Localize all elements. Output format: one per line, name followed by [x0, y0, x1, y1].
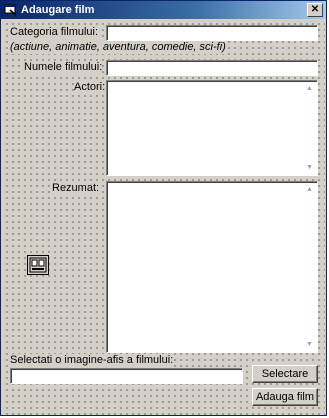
- form-client-area: Categoria filmului: (actiune, animatie, …: [2, 19, 325, 415]
- close-icon: ✕: [310, 4, 320, 15]
- poster-label: Selectati o imagine-afis a filmului:: [10, 354, 174, 367]
- category-hint: (actiune, animatie, aventura, comedie, s…: [10, 41, 226, 54]
- actors-scrollbar[interactable]: ▲ ▼: [303, 82, 316, 174]
- scroll-up-arrow-icon[interactable]: ▲: [303, 82, 316, 95]
- ole-container-icon[interactable]: [27, 255, 49, 275]
- close-button[interactable]: ✕: [307, 3, 323, 17]
- category-input[interactable]: [106, 25, 318, 41]
- category-label: Categoria filmului:: [10, 26, 99, 39]
- add-movie-window: Adaugare film ✕ Categoria filmului: (act…: [0, 0, 327, 416]
- scroll-down-arrow-icon[interactable]: ▼: [303, 338, 316, 351]
- title-bar[interactable]: Adaugare film ✕: [1, 1, 326, 19]
- actors-label: Actori:: [74, 81, 106, 94]
- summary-label: Rezumat:: [52, 182, 100, 195]
- summary-scrollbar[interactable]: ▲ ▼: [303, 183, 316, 351]
- actors-textarea[interactable]: ▲ ▼: [106, 80, 318, 176]
- name-label: Numele filmului:: [24, 61, 103, 74]
- scroll-up-arrow-icon[interactable]: ▲: [303, 183, 316, 196]
- poster-path-input[interactable]: [10, 368, 243, 384]
- add-movie-button[interactable]: Adauga film: [252, 388, 318, 406]
- scroll-down-arrow-icon[interactable]: ▼: [303, 161, 316, 174]
- select-image-button[interactable]: Selectare: [252, 365, 318, 383]
- name-input[interactable]: [106, 60, 318, 76]
- app-window-icon: [4, 3, 18, 17]
- window-title: Adaugare film: [21, 4, 95, 16]
- summary-textarea[interactable]: ▲ ▼: [106, 181, 318, 353]
